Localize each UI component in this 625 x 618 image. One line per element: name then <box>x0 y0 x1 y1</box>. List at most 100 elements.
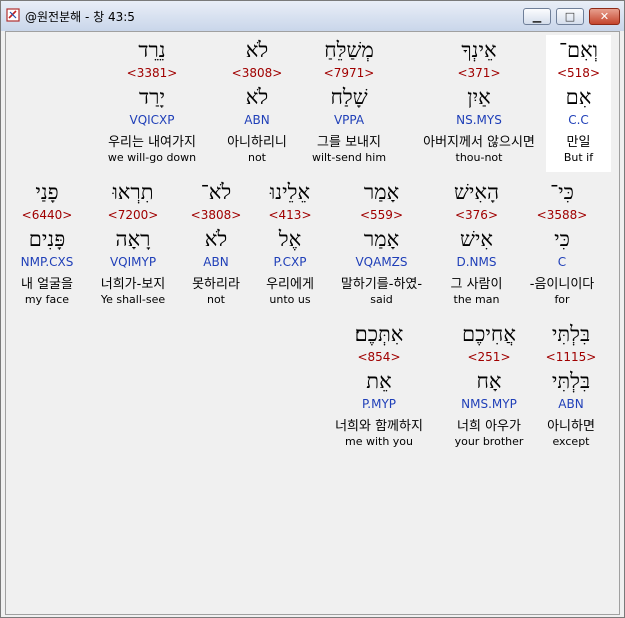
strong-number[interactable]: <3808> <box>181 208 251 222</box>
korean-gloss: 너희가-보지 <box>100 277 166 292</box>
korean-gloss: 아버지께서 않으시면 <box>423 135 535 150</box>
hebrew-word: לֹא־ <box>200 180 232 204</box>
strong-number[interactable]: <3381> <box>97 66 207 80</box>
english-gloss: wilt-send him <box>311 151 387 164</box>
close-button[interactable]: ✕ <box>589 8 620 25</box>
word-block[interactable]: תִרְאוּ <7200> רָאָה VQIMYP 너희가-보지 Ye sh… <box>94 177 172 314</box>
hebrew-lemma: אֶל <box>278 227 302 251</box>
hebrew-word: כִּי־ <box>550 180 574 204</box>
parse-code: VQIMYP <box>109 255 157 269</box>
title-bar[interactable]: @원전분해 - 창 43:5 ▁ □ ✕ <box>1 1 624 31</box>
hebrew-word: פָנַי <box>35 180 59 204</box>
hebrew-word: בִּלְתִּי <box>551 322 591 346</box>
word-block[interactable]: אֵלֵינוּ <413> אֶל P.CXP 우리에게 unto us <box>254 177 326 314</box>
strong-number[interactable]: <6440> <box>8 208 86 222</box>
parse-code: VPPA <box>333 113 365 127</box>
english-gloss: except <box>552 435 590 448</box>
english-gloss: we will-go down <box>107 151 197 164</box>
hebrew-lemma: פָּנִים <box>28 227 66 251</box>
korean-gloss: 말하기를-하였- <box>340 277 423 292</box>
parse-code: VQAMZS <box>355 255 408 269</box>
strong-number[interactable]: <518> <box>546 66 611 80</box>
korean-gloss: 너희와 함께하지 <box>335 419 423 434</box>
english-gloss: thou-not <box>455 151 503 164</box>
app-window: @원전분해 - 창 43:5 ▁ □ ✕ וְאִם־ <518> אִם C.… <box>0 0 625 618</box>
strong-number[interactable]: <376> <box>434 208 519 222</box>
word-block[interactable]: נֵרֵד <3381> יָרַד VQICXP 우리는 내여가지 we wi… <box>97 35 207 172</box>
hebrew-word: נֵרֵד <box>138 38 166 62</box>
hebrew-word: אִתְּכֶם׃ <box>354 322 404 346</box>
strong-number[interactable]: <413> <box>254 208 326 222</box>
word-block[interactable]: לֹא־ <3808> לֹא ABN 못하리라 not <box>181 177 251 314</box>
hebrew-lemma: כִּי <box>554 227 570 251</box>
hebrew-word: אֵינְךָ <box>461 38 497 62</box>
strong-number[interactable]: <251> <box>444 350 534 364</box>
parse-code: NMP.CXS <box>20 255 74 269</box>
parse-code: C <box>557 255 567 269</box>
word-block[interactable]: אָמַר <559> אָמַר VQAMZS 말하기를-하였- said <box>329 177 434 314</box>
minimize-icon: ▁ <box>532 10 542 23</box>
strong-number[interactable]: <854> <box>319 350 439 364</box>
interlinear-panel: וְאִם־ <518> אִם C.C 만일 But if אֵינְךָ <… <box>5 31 620 615</box>
hebrew-word: אֲחִיכֶם <box>462 322 516 346</box>
word-block[interactable]: אִתְּכֶם׃ <854> אֵת P.MYP 너희와 함께하지 me wi… <box>319 319 439 456</box>
hebrew-word: תִרְאוּ <box>112 180 154 204</box>
maximize-button[interactable]: □ <box>556 8 584 25</box>
word-block[interactable]: אֲחִיכֶם <251> אָח NMS.MYP 너희 아우가 your b… <box>444 319 534 456</box>
parse-code: VQICXP <box>129 113 175 127</box>
korean-gloss: 우리에게 <box>266 277 314 292</box>
english-gloss: said <box>370 293 393 306</box>
word-block[interactable]: בִּלְתִּי <1115> בִּלְתִּי ABN 아니하면 exce… <box>532 319 610 456</box>
english-gloss: your brother <box>454 435 524 448</box>
hebrew-lemma: אַיִן <box>467 85 491 109</box>
hebrew-lemma: אָמַר <box>363 227 400 251</box>
strong-number[interactable]: <559> <box>329 208 434 222</box>
word-block[interactable]: פָנַי <6440> פָּנִים NMP.CXS 내 얼굴을 my fa… <box>8 177 86 314</box>
korean-gloss: 우리는 내여가지 <box>108 135 196 150</box>
word-block[interactable]: כִּי־ <3588> כִּי C -음이니이다 for <box>522 177 602 314</box>
close-icon: ✕ <box>599 10 610 23</box>
english-gloss: But if <box>563 151 594 164</box>
hebrew-lemma: אָח <box>476 369 502 393</box>
hebrew-lemma: לֹא <box>204 227 228 251</box>
maximize-icon: □ <box>564 10 576 23</box>
word-block[interactable]: הָאִישׁ <376> אִישׁ D.NMS 그 사람이 the man <box>434 177 519 314</box>
strong-number[interactable]: <7971> <box>299 66 399 80</box>
korean-gloss: 그 사람이 <box>450 277 503 292</box>
word-block[interactable]: אֵינְךָ <371> אַיִן NS.MYS 아버지께서 않으시면 th… <box>419 35 539 172</box>
korean-gloss: 만일 <box>566 135 591 150</box>
minimize-button[interactable]: ▁ <box>523 8 551 25</box>
english-gloss: me with you <box>344 435 414 448</box>
hebrew-word: וְאִם־ <box>558 38 599 62</box>
strong-number[interactable]: <1115> <box>532 350 610 364</box>
hebrew-word: לֹא <box>245 38 269 62</box>
strong-number[interactable]: <3808> <box>217 66 297 80</box>
hebrew-word: הָאִישׁ <box>453 180 500 204</box>
word-block[interactable]: וְאִם־ <518> אִם C.C 만일 But if <box>546 35 611 172</box>
english-gloss: my face <box>24 293 70 306</box>
word-block[interactable]: לֹא <3808> לֹא ABN 아니하리니 not <box>217 35 297 172</box>
korean-gloss: 너희 아우가 <box>457 419 521 434</box>
hebrew-lemma: יָרַד <box>139 85 165 109</box>
parse-code: NS.MYS <box>456 113 502 127</box>
hebrew-word: אֵלֵינוּ <box>269 180 311 204</box>
korean-gloss: 못하리라 <box>192 277 240 292</box>
korean-gloss: -음이니이다 <box>529 277 595 292</box>
strong-number[interactable]: <371> <box>419 66 539 80</box>
hebrew-lemma: רָאָה <box>115 227 151 251</box>
word-block[interactable]: מְשַׁלֵּחַ <7971> שָׁלַח VPPA 그를 보내지 wil… <box>299 35 399 172</box>
hebrew-lemma: אִישׁ <box>460 227 493 251</box>
english-gloss: not <box>206 293 225 306</box>
hebrew-lemma: בִּלְתִּי <box>551 369 591 393</box>
english-gloss: the man <box>453 293 500 306</box>
parse-code: C.C <box>568 113 589 127</box>
parse-code: ABN <box>244 113 270 127</box>
parse-code: NMS.MYP <box>461 397 517 411</box>
strong-number[interactable]: <7200> <box>94 208 172 222</box>
app-icon <box>6 8 20 22</box>
parse-code: P.CXP <box>273 255 307 269</box>
strong-number[interactable]: <3588> <box>522 208 602 222</box>
korean-gloss: 아니하면 <box>547 419 595 434</box>
parse-code: P.MYP <box>361 397 397 411</box>
parse-code: ABN <box>203 255 229 269</box>
